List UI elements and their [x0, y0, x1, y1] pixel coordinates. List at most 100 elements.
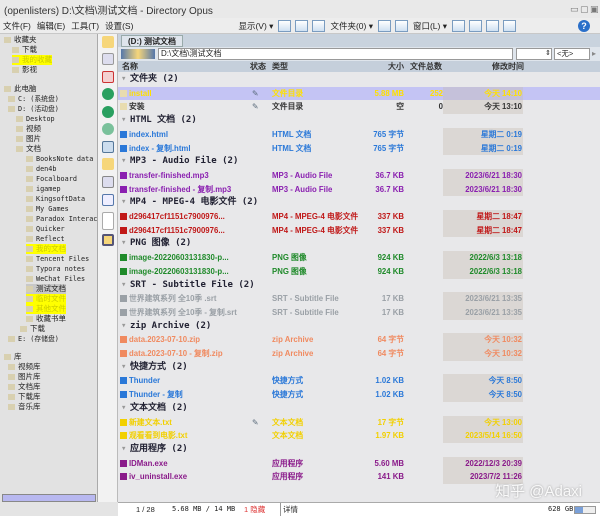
- file-row[interactable]: d296417cf1151c7900976... MP4 - MPEG-4 电影文…: [118, 223, 600, 238]
- tree-doc-item[interactable]: KingsoftData: [26, 194, 85, 204]
- viewer-pane-icon[interactable]: [486, 19, 499, 32]
- forward-icon[interactable]: [102, 123, 114, 135]
- copy-to-icon[interactable]: [102, 53, 114, 65]
- collapse-icon[interactable]: ▾: [121, 361, 126, 375]
- menu-window[interactable]: 窗口(L) ▾: [410, 20, 450, 32]
- copy-icon[interactable]: [102, 36, 114, 48]
- tree-doc-item[interactable]: 临时文件: [26, 294, 66, 304]
- col-type[interactable]: 类型: [272, 61, 288, 72]
- menu-folder[interactable]: 文件夹(0) ▾: [327, 20, 376, 32]
- tree-doc-item[interactable]: igamep: [26, 184, 61, 194]
- file-row[interactable]: transfer-finished.mp3 MP3 - Audio File 36.…: [118, 168, 600, 183]
- col-status[interactable]: 状态: [250, 61, 266, 72]
- view-icon[interactable]: [102, 234, 114, 246]
- group-header[interactable]: ▾ 应用程序 (2): [118, 443, 600, 457]
- file-row[interactable]: install ✎ 文件目录 5.88 MB 252 今天 14:10: [118, 86, 600, 101]
- tree-lib-item[interactable]: 文档库: [8, 382, 41, 392]
- tree-doc-item[interactable]: Focalboard: [26, 174, 77, 184]
- group-header[interactable]: ▾ PNG 图像 (2): [118, 237, 600, 251]
- tree-fav-item[interactable]: 我的收藏: [12, 55, 52, 65]
- layout-tree-icon[interactable]: [295, 19, 309, 32]
- tree-doc-item[interactable]: 我的文档: [26, 244, 66, 254]
- group-header[interactable]: ▾ 文件夹 (2): [118, 73, 600, 87]
- tree-lib-item[interactable]: 图片库: [8, 372, 41, 382]
- tree-d-item[interactable]: 文档: [16, 144, 41, 154]
- refresh-icon[interactable]: [102, 141, 114, 153]
- tree-h-scrollbar[interactable]: [2, 494, 96, 502]
- tree-fav-item[interactable]: 影视: [12, 65, 37, 75]
- tree-doc-item[interactable]: Tencent Files: [26, 254, 89, 264]
- tree-doc-item[interactable]: Typora notes: [26, 264, 85, 274]
- tree-doc-item[interactable]: BooksNote data: [26, 154, 93, 164]
- tree-fav-item[interactable]: 下载: [12, 45, 37, 55]
- tree-drive-e[interactable]: E: (存储盘): [8, 334, 59, 344]
- file-row[interactable]: transfer-finished - 复制.mp3 MP3 - Audio Fi…: [118, 182, 600, 197]
- tree-doc-item[interactable]: den4b: [26, 164, 56, 174]
- collapse-icon[interactable]: ▾: [121, 279, 126, 293]
- file-row[interactable]: index.html HTML 文档 765 字节 星期二 0:19: [118, 127, 600, 142]
- group-header[interactable]: ▾ 文本文档 (2): [118, 402, 600, 416]
- file-row[interactable]: 安装 ✎ 文件目录空 0 今天 13:10: [118, 100, 600, 115]
- status-details[interactable]: 详情: [280, 503, 298, 516]
- tree-d-item[interactable]: Desktop: [16, 114, 55, 124]
- tree-doc-item[interactable]: Paradox Interactive: [26, 214, 97, 224]
- new-folder-icon[interactable]: [102, 158, 114, 170]
- menu-edit[interactable]: 编辑(E): [34, 20, 68, 32]
- tree-doc-item[interactable]: WeChat Files: [26, 274, 85, 284]
- maximize-button[interactable]: ▢: [580, 4, 589, 15]
- tree-doc-item[interactable]: Reflect: [26, 234, 65, 244]
- tree-d-item[interactable]: 视频: [16, 124, 41, 134]
- single-pane-icon[interactable]: [452, 19, 465, 32]
- menu-view[interactable]: 显示(V) ▾: [235, 20, 276, 32]
- file-row[interactable]: image-20220603131830-p... PNG 图像 924 KB 202…: [118, 264, 600, 279]
- blank-icon[interactable]: [102, 212, 114, 230]
- tree-doc-item[interactable]: 测试文档: [26, 284, 66, 294]
- group-header[interactable]: ▾ MP3 - Audio File (2): [118, 155, 600, 169]
- col-name[interactable]: 名称: [122, 61, 138, 72]
- file-row[interactable]: image-20220603131830-p... PNG 图像 924 KB 202…: [118, 251, 600, 265]
- path-input[interactable]: D:\文档\测试文档: [158, 48, 513, 60]
- file-row[interactable]: IDMan.exe 应用程序 5.60 MB 2022/12/3 20:39: [118, 456, 600, 471]
- tree-lib-item[interactable]: 视频库: [8, 362, 41, 372]
- file-row[interactable]: Thunder - 复制 快捷方式 1.02 KB 今天 8:50: [118, 388, 600, 402]
- col-size[interactable]: 大小: [388, 61, 404, 72]
- up-icon[interactable]: [102, 106, 114, 118]
- status-hidden[interactable]: 1 隐藏: [244, 503, 265, 516]
- col-mtime[interactable]: 修改时间: [492, 61, 524, 72]
- file-row[interactable]: 世界建筑系列 全10季 - 复制.srt SRT - Subtitle File 1…: [118, 305, 600, 320]
- collapse-icon[interactable]: ▾: [121, 73, 126, 87]
- print-icon[interactable]: [102, 176, 114, 188]
- collapse-icon[interactable]: ▾: [121, 196, 126, 210]
- tree-this-pc[interactable]: 此电脑: [4, 84, 37, 94]
- tree-d-item[interactable]: 图片: [16, 134, 41, 144]
- tree-doc-item[interactable]: 其他文件: [26, 304, 66, 314]
- folder-tabs-icon[interactable]: [377, 19, 391, 32]
- tree-drive-d[interactable]: D: (活动盘): [8, 104, 59, 114]
- group-header[interactable]: ▾ SRT - Subtitle File (2): [118, 279, 600, 293]
- back-icon[interactable]: [102, 88, 114, 100]
- tree-lib-item[interactable]: 下载库: [8, 392, 41, 402]
- group-header[interactable]: ▾ MP4 - MPEG-4 电影文件 (2): [118, 196, 600, 210]
- file-row[interactable]: data.2023-07-10 - 复制.zip zip Archive 64 字节…: [118, 347, 600, 361]
- menu-settings[interactable]: 设置(S): [102, 20, 136, 32]
- label-filter-select[interactable]: <无>: [554, 48, 590, 60]
- file-row[interactable]: data.2023-07-10.zip zip Archive 64 字节 今天 10…: [118, 333, 600, 347]
- file-row[interactable]: 世界建筑系列 全10季 .srt SRT - Subtitle File 17 KB…: [118, 292, 600, 306]
- collapse-icon[interactable]: ▾: [121, 237, 126, 251]
- tree-libraries[interactable]: 库: [4, 352, 22, 362]
- menu-tools[interactable]: 工具(T): [68, 20, 102, 32]
- collapse-icon[interactable]: ▾: [121, 402, 126, 416]
- tree-favorites[interactable]: 收藏夹: [4, 35, 37, 45]
- tree-doc-item[interactable]: My Games: [26, 204, 69, 214]
- file-row[interactable]: 观看看到电影.txt 文本文档 1.97 KB 2023/5/14 16:50: [118, 429, 600, 443]
- file-row[interactable]: index - 复制.html HTML 文档 765 字节 星期二 0:19: [118, 141, 600, 156]
- tree-drive-c[interactable]: C: (系统盘): [8, 94, 59, 104]
- delete-icon[interactable]: [102, 71, 114, 83]
- expand-arrow-icon[interactable]: ▸: [592, 49, 596, 58]
- collapse-icon[interactable]: ▾: [121, 155, 126, 169]
- menu-file[interactable]: 文件(F): [0, 20, 34, 32]
- folder-view-icon[interactable]: [394, 19, 408, 32]
- layout-details-icon[interactable]: [278, 19, 292, 32]
- col-count[interactable]: 文件总数: [410, 61, 442, 72]
- group-header[interactable]: ▾ zip Archive (2): [118, 320, 600, 334]
